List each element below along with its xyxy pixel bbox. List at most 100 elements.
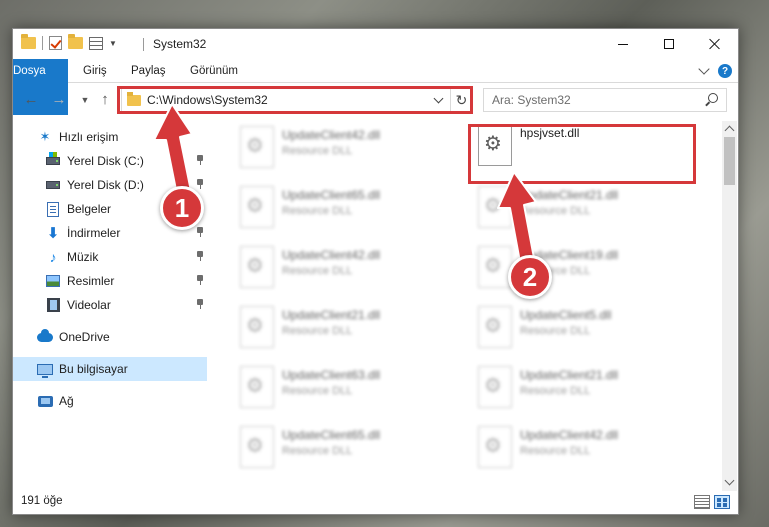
file-type: Resource DLL [282,325,353,337]
address-bar[interactable]: C:\Windows\System32 ↻ [121,88,473,112]
pin-icon[interactable] [197,251,203,261]
separator [42,36,43,50]
dll-file-icon [478,246,512,288]
search-icon[interactable] [704,93,718,107]
tiles-view-icon[interactable] [714,495,730,509]
file-item[interactable]: UpdateClient21.dll Resource DLL [472,183,702,239]
file-item[interactable]: UpdateClient63.dll Resource DLL [234,363,464,419]
navigation-pane: ✶ Hızlı erişim Yerel Disk (C:) Yerel Dis… [13,121,207,491]
folder-icon[interactable] [21,34,36,49]
file-item[interactable]: UpdateClient42.dll Resource DLL [234,243,464,299]
file-name: UpdateClient65.dll [282,188,381,202]
sidebar-item-label: Hızlı erişim [59,130,119,144]
scroll-down-icon[interactable] [724,475,735,486]
window-title: System32 [153,37,207,51]
network-icon [37,393,53,409]
file-item-hpsjvset[interactable]: hpsjvset.dll [472,121,702,177]
dll-file-icon [240,186,274,228]
maximize-icon [664,39,674,49]
drive-c-icon [45,152,61,169]
sidebar-item-label: Yerel Disk (C:) [67,154,144,168]
back-arrow-icon[interactable]: ← [23,92,39,108]
separator [143,38,144,51]
sidebar-item-quick-access[interactable]: ✶ Hızlı erişim [13,125,207,149]
pin-icon[interactable] [197,227,203,237]
details-view-icon[interactable] [694,495,710,509]
file-item[interactable]: UpdateClient42.dll Resource DLL [234,123,464,179]
file-item[interactable]: UpdateClient5.dll Resource DLL [472,303,702,359]
sidebar-item-music[interactable]: ♪ Müzik [13,245,207,269]
sidebar-item-pictures[interactable]: Resimler [13,269,207,293]
file-type: Resource DLL [282,205,353,217]
drive-d-icon [45,177,61,193]
file-name: UpdateClient65.dll [282,428,381,442]
sidebar-item-onedrive[interactable]: OneDrive [13,325,207,349]
expand-ribbon-chevron-down-icon[interactable] [698,63,710,75]
up-arrow-icon[interactable]: ↑ [97,92,113,108]
refresh-icon[interactable]: ↻ [450,89,472,111]
file-type: Resource DLL [520,205,591,217]
file-item[interactable]: UpdateClient21.dll Resource DLL [234,303,464,359]
sidebar-item-drive-c[interactable]: Yerel Disk (C:) [13,149,207,173]
file-type: Resource DLL [282,445,353,457]
recent-locations-chevron-down-icon[interactable]: ▼ [77,92,93,108]
vertical-scrollbar[interactable] [722,121,737,491]
file-item[interactable]: UpdateClient19.dllResource DLL [472,243,702,299]
pin-icon[interactable] [197,275,203,285]
close-icon [709,38,721,50]
file-list: UpdateClient42.dll Resource DLL UpdateCli… [208,121,724,491]
file-name: UpdateClient42.dll [282,128,381,142]
file-item[interactable]: UpdateClient65.dll Resource DLL [234,183,464,239]
search-box[interactable]: Ara: System32 [483,88,727,112]
help-icon[interactable]: ? [718,64,732,78]
customize-qat-chevron-down-icon[interactable]: ▼ [109,39,117,48]
music-icon: ♪ [49,249,57,265]
close-button[interactable] [692,29,738,59]
star-icon: ✶ [39,129,51,144]
search-input[interactable]: Ara: System32 [492,93,704,107]
scroll-thumb[interactable] [724,137,735,185]
new-folder-icon[interactable] [68,34,83,49]
pin-icon[interactable] [197,155,203,165]
file-name: hpsjvset.dll [520,126,580,140]
file-item[interactable]: UpdateClient65.dll Resource DLL [234,423,464,479]
ribbon-right: ? [698,63,732,78]
onedrive-icon [37,328,53,345]
file-name: UpdateClient42.dll [282,248,381,262]
address-path[interactable]: C:\Windows\System32 [147,93,435,107]
scroll-up-icon[interactable] [724,125,735,136]
sidebar-item-label: Yerel Disk (D:) [67,178,144,192]
maximize-button[interactable] [646,29,692,59]
file-item[interactable]: UpdateClient21.dll Resource DLL [472,363,702,419]
address-history-chevron-down-icon[interactable] [433,93,444,103]
status-bar: 191 öğe [13,490,738,514]
step-1-badge: 1 [160,186,204,230]
properties-check-icon[interactable] [49,36,62,50]
item-count: 191 öğe [21,495,63,507]
sidebar-item-videos[interactable]: Videolar [13,293,207,317]
tab-home[interactable]: Giriş [83,59,107,83]
minimize-icon [618,43,628,45]
step-2-badge: 2 [508,255,552,299]
file-item[interactable]: UpdateClient42.dll Resource DLL [472,423,702,479]
sidebar-item-network[interactable]: Ağ [13,389,207,413]
file-type: Resource DLL [520,385,591,397]
sidebar-item-label: OneDrive [59,330,110,344]
sidebar-item-label: Resimler [67,274,115,288]
tab-share[interactable]: Paylaş [131,59,166,83]
sidebar-item-this-pc[interactable]: Bu bilgisayar [13,357,207,381]
file-type: Resource DLL [282,385,353,397]
forward-arrow-icon[interactable]: → [51,92,67,108]
sidebar-item-label: Ağ [59,394,74,408]
sidebar-item-label: Müzik [67,250,99,264]
properties-icon[interactable] [89,36,103,50]
tab-view[interactable]: Görünüm [190,59,238,83]
file-type: Resource DLL [520,445,591,457]
file-name: UpdateClient63.dll [282,368,381,382]
minimize-button[interactable] [600,29,646,59]
title-bar: ▼ System32 [13,29,738,59]
navigation-bar: ← → ▼ ↑ C:\Windows\System32 ↻ Ara: Syste… [13,84,738,116]
pin-icon[interactable] [197,179,203,189]
this-pc-icon [37,361,53,378]
pin-icon[interactable] [197,299,203,309]
